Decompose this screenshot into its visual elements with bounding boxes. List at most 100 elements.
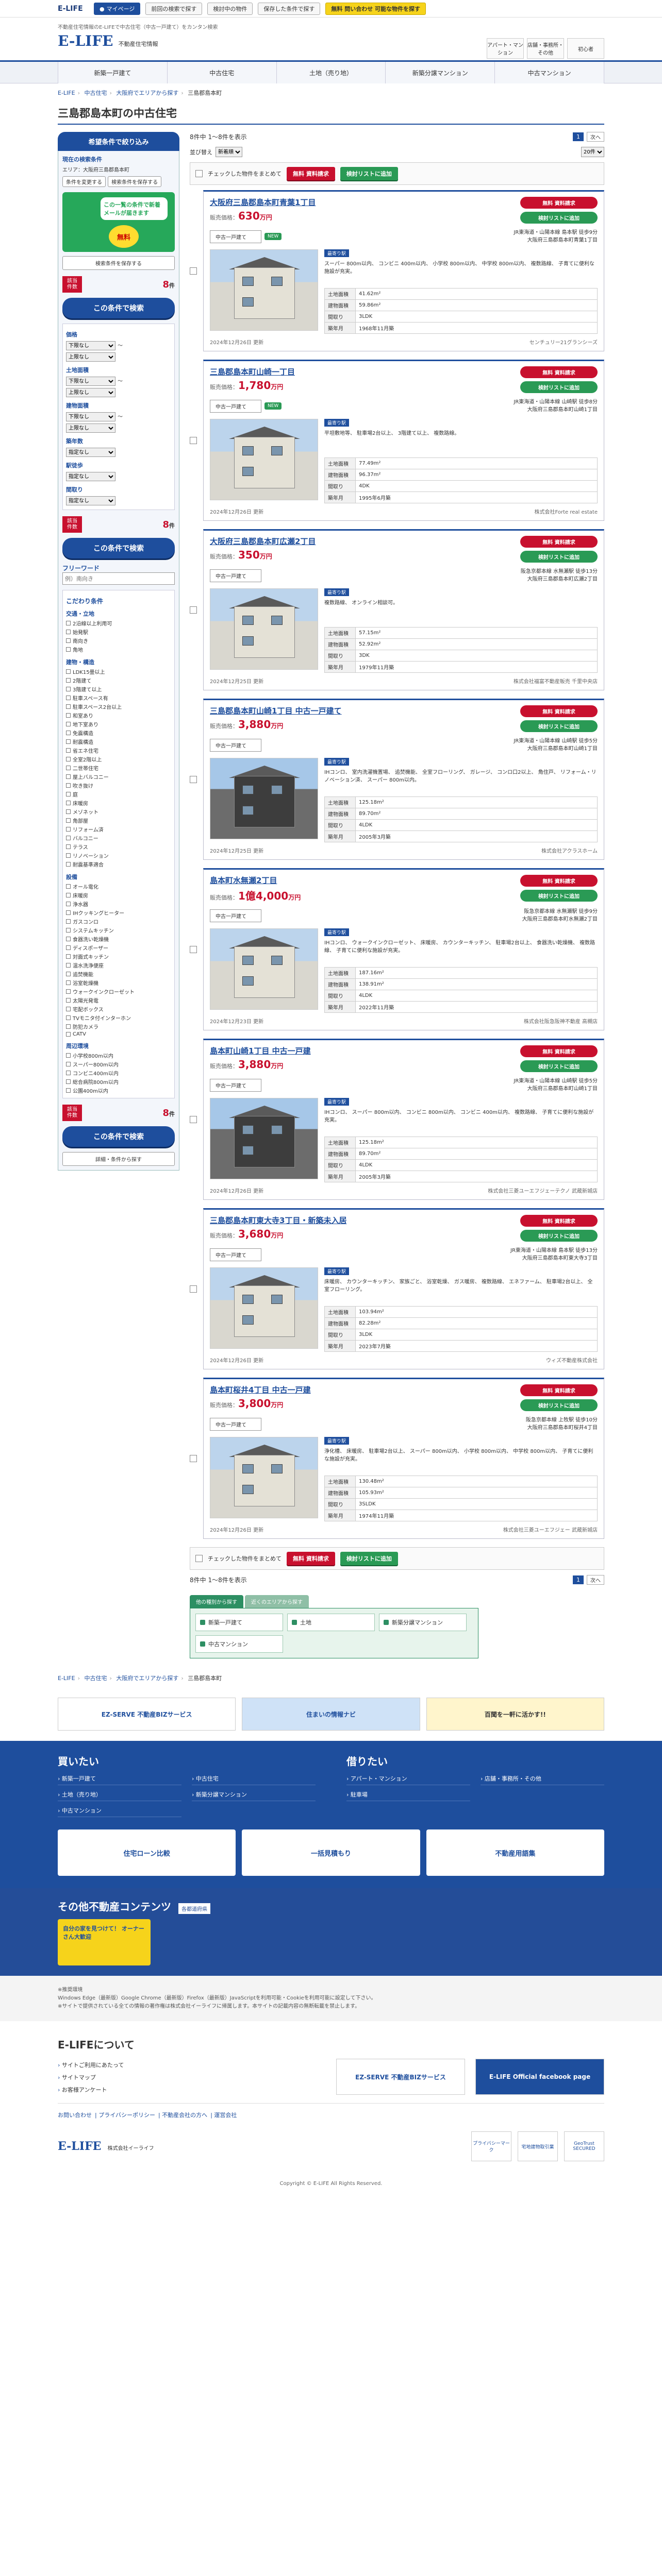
- nav-used-house[interactable]: 中古住宅: [167, 62, 277, 83]
- add-list-button[interactable]: 検討リストに追加: [520, 890, 598, 902]
- ez-serve-banner[interactable]: EZ-SERVE 不動産BIZサービス: [336, 2059, 465, 2095]
- checkbox-icon[interactable]: [66, 1015, 71, 1020]
- listing-photo[interactable]: [210, 1437, 318, 1518]
- listing-photo[interactable]: [210, 1098, 318, 1179]
- filter-checkbox[interactable]: 小学校800m以内: [66, 1051, 171, 1060]
- listing-photo[interactable]: [210, 758, 318, 839]
- filter-checkbox[interactable]: 床暖房: [66, 799, 171, 807]
- add-list-button[interactable]: 検討リストに追加: [520, 1060, 598, 1072]
- listing-title[interactable]: 三島郡島本町山崎一丁目: [210, 367, 295, 377]
- checkbox-icon[interactable]: [66, 630, 71, 634]
- checkbox-icon[interactable]: [66, 638, 71, 643]
- checkbox-icon[interactable]: [66, 989, 71, 994]
- glossary-banner[interactable]: 不動産用語集: [426, 1829, 604, 1876]
- listing-title[interactable]: 大阪府三島郡島本町広瀬2丁目: [210, 537, 316, 546]
- page-next[interactable]: 次へ: [587, 132, 604, 142]
- land-max-select[interactable]: 上限なし: [66, 388, 115, 397]
- checkbox-icon[interactable]: [66, 748, 71, 753]
- checkbox-icon[interactable]: [66, 713, 71, 718]
- add-list-button[interactable]: 検討リストに追加: [520, 551, 598, 563]
- considering-button[interactable]: 検討中の物件: [207, 3, 253, 15]
- footer-link[interactable]: 土地（売り地）: [58, 1788, 181, 1801]
- hyakubun-banner[interactable]: 百聞を一軒に活かす!!: [426, 1698, 604, 1731]
- site-logo[interactable]: E-LIFE: [58, 32, 113, 49]
- filter-checkbox[interactable]: CATV: [66, 1031, 171, 1038]
- checkbox-icon[interactable]: [66, 1088, 71, 1093]
- footer-link[interactable]: 駐車場: [346, 1788, 470, 1801]
- filter-checkbox[interactable]: TVモニタ付インターホン: [66, 1013, 171, 1022]
- request-button[interactable]: 無料 資料請求: [520, 536, 598, 548]
- page-next[interactable]: 次へ: [587, 1575, 604, 1585]
- free-inquiry-button[interactable]: 無料 問い合わせ 可能な物件を探す: [325, 3, 426, 15]
- detail-search-button[interactable]: 詳細・条件から探す: [62, 1152, 175, 1166]
- info-navi-banner[interactable]: 住まいの情報ナビ: [242, 1698, 420, 1731]
- add-list-button[interactable]: 検討リストに追加: [520, 212, 598, 224]
- bulk-add-list-button[interactable]: 検討リストに追加: [340, 1552, 398, 1565]
- footer-link[interactable]: 中古マンション: [58, 1804, 181, 1817]
- checkbox-icon[interactable]: [66, 1032, 71, 1037]
- footer-link[interactable]: 店舗・事務所・その他: [481, 1772, 604, 1785]
- walk-select[interactable]: 指定なし: [66, 472, 115, 481]
- filter-checkbox[interactable]: 追焚機能: [66, 970, 171, 978]
- filter-checkbox[interactable]: オール電化: [66, 882, 171, 891]
- filter-checkbox[interactable]: リフォーム済: [66, 825, 171, 834]
- filter-checkbox[interactable]: 浄水器: [66, 900, 171, 908]
- filter-checkbox[interactable]: 床暖房: [66, 891, 171, 900]
- checkbox-icon[interactable]: [66, 972, 71, 976]
- loan-compare-banner[interactable]: 住宅ローン比較: [58, 1829, 236, 1876]
- checkbox-icon[interactable]: [66, 818, 71, 823]
- checkbox-icon[interactable]: [66, 1007, 71, 1011]
- listing-checkbox[interactable]: [190, 1285, 197, 1293]
- sort-select[interactable]: 新着順: [216, 147, 242, 157]
- checkbox-icon[interactable]: [66, 722, 71, 726]
- filter-checkbox[interactable]: 食器洗い乾燥機: [66, 935, 171, 943]
- filter-checkbox[interactable]: 温水洗浄便座: [66, 961, 171, 970]
- filter-checkbox[interactable]: テラス: [66, 842, 171, 851]
- other-type-link[interactable]: 中古マンション: [195, 1635, 283, 1653]
- previous-search-button[interactable]: 前回の検索で探す: [145, 3, 203, 15]
- checkbox-icon[interactable]: [66, 696, 71, 700]
- listing-photo[interactable]: [210, 588, 318, 670]
- request-button[interactable]: 無料 資料請求: [520, 875, 598, 887]
- breadcrumb-item[interactable]: 中古住宅: [84, 90, 107, 96]
- checkbox-icon[interactable]: [66, 945, 71, 950]
- add-list-button[interactable]: 検討リストに追加: [520, 1399, 598, 1411]
- checkbox-icon[interactable]: [66, 757, 71, 761]
- about-link[interactable]: サイトマップ: [58, 2071, 326, 2083]
- filter-checkbox[interactable]: 全室2階以上: [66, 755, 171, 764]
- beginner-link[interactable]: 初心者: [567, 38, 604, 59]
- checkbox-icon[interactable]: [66, 647, 71, 652]
- breadcrumb-item[interactable]: E-LIFE: [58, 90, 75, 96]
- footer-link[interactable]: 中古住宅: [192, 1772, 316, 1785]
- checkbox-icon[interactable]: [66, 827, 71, 832]
- listing-photo[interactable]: [210, 419, 318, 500]
- listing-title[interactable]: 島本町山崎1丁目 中古一戸建: [210, 1046, 311, 1056]
- change-conditions-button[interactable]: 条件を変更する: [62, 176, 106, 187]
- filter-checkbox[interactable]: 駐車スペース有: [66, 693, 171, 702]
- bulk-request-button[interactable]: 無料 資料請求: [287, 167, 335, 180]
- save-conditions-button[interactable]: 検索条件を保存する: [108, 176, 162, 187]
- free-word-input[interactable]: [62, 572, 175, 585]
- checkbox-icon[interactable]: [66, 862, 71, 867]
- listing-checkbox[interactable]: [190, 1454, 197, 1462]
- checkbox-icon[interactable]: [66, 687, 71, 691]
- filter-checkbox[interactable]: 角部屋: [66, 816, 171, 825]
- listing-title[interactable]: 三島郡島本町東大寺3丁目・新築未入居: [210, 1216, 346, 1225]
- filter-checkbox[interactable]: スーパー800m以内: [66, 1060, 171, 1069]
- search-with-conditions-button[interactable]: この条件で検索: [62, 1126, 175, 1147]
- checkbox-icon[interactable]: [66, 919, 71, 924]
- about-link[interactable]: サイトご利用にあたって: [58, 2059, 326, 2071]
- footer-link[interactable]: 新築一戸建て: [58, 1772, 181, 1785]
- checkbox-icon[interactable]: [66, 1079, 71, 1084]
- checkbox-icon[interactable]: [66, 902, 71, 906]
- request-button[interactable]: 無料 資料請求: [520, 1045, 598, 1057]
- request-button[interactable]: 無料 資料請求: [520, 1384, 598, 1396]
- filter-checkbox[interactable]: 免震構造: [66, 728, 171, 737]
- filter-checkbox[interactable]: 3階建て以上: [66, 685, 171, 693]
- checkbox-icon[interactable]: [66, 980, 71, 985]
- filter-checkbox[interactable]: バルコニー: [66, 834, 171, 842]
- listing-checkbox[interactable]: [190, 267, 197, 275]
- filter-checkbox[interactable]: 和室あり: [66, 711, 171, 720]
- bulk-request-button[interactable]: 無料 資料請求: [287, 1552, 335, 1565]
- nav-used-mansion[interactable]: 中古マンション: [495, 62, 604, 83]
